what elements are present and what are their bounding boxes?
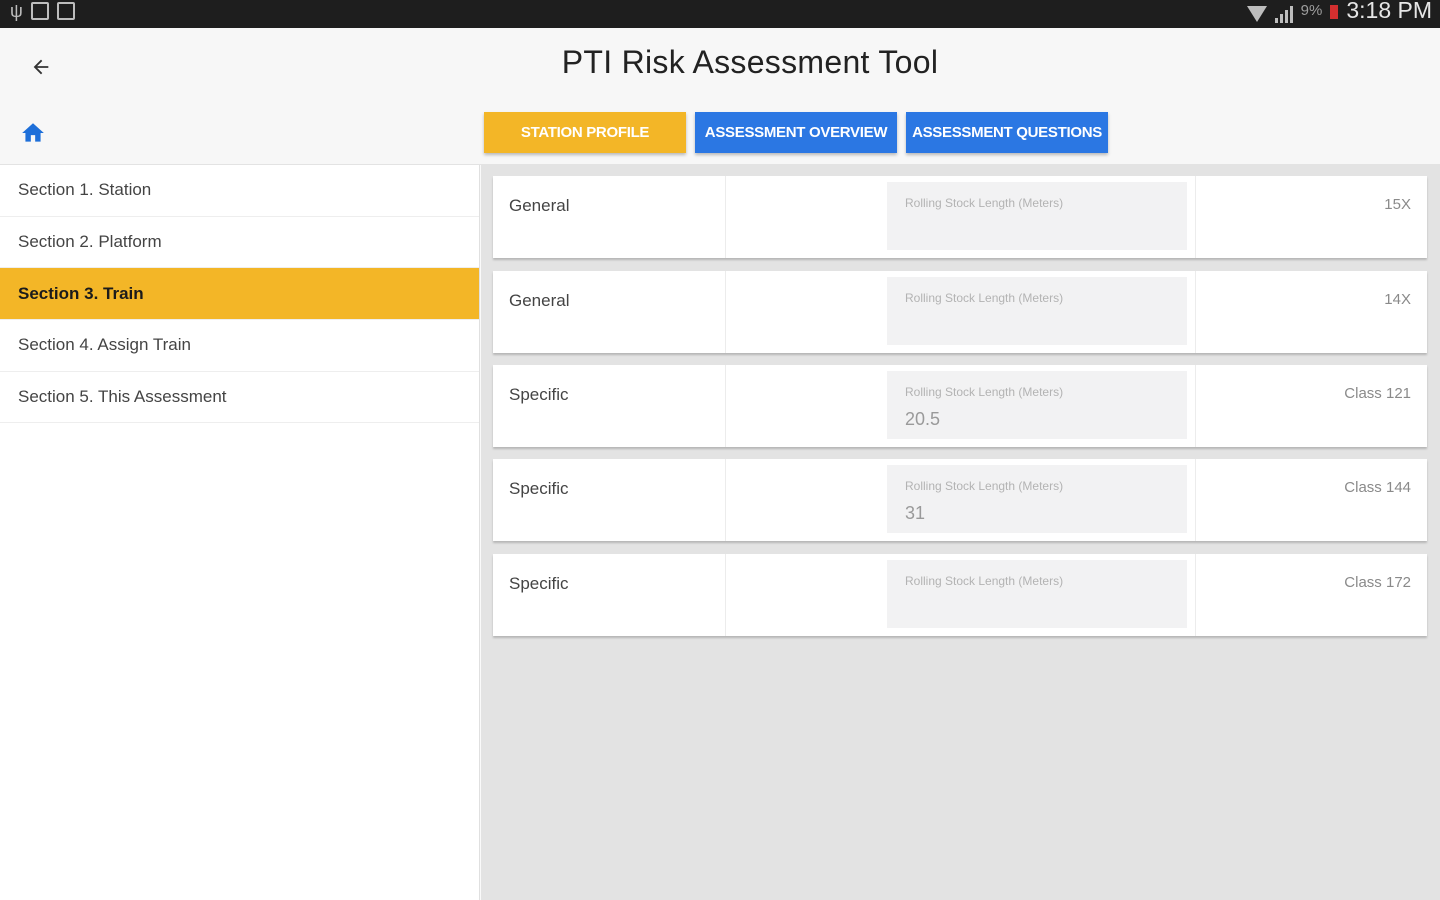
rolling-stock-length-field[interactable]: Rolling Stock Length (Meters): [887, 182, 1187, 250]
train-card: General Rolling Stock Length (Meters) 14…: [493, 271, 1427, 353]
battery-icon: [1330, 4, 1339, 19]
train-type: 14X: [1384, 291, 1411, 308]
field-label: Rolling Stock Length (Meters): [905, 291, 1064, 305]
wifi-icon: [1246, 5, 1267, 22]
card-divider: [725, 365, 726, 447]
usb-icon: ψ: [10, 1, 23, 21]
page-title: PTI Risk Assessment Tool: [561, 44, 939, 80]
card-divider: [1195, 176, 1196, 258]
sim-icon: [30, 2, 49, 20]
battery-percent: 9%: [1300, 2, 1323, 19]
card-divider: [1195, 365, 1196, 447]
train-type: Class 144: [1344, 479, 1411, 496]
sidebar-item-platform[interactable]: Section 2. Platform: [0, 217, 479, 269]
main-content: General Rolling Stock Length (Meters) 15…: [481, 165, 1440, 900]
sidebar-item-assign-train[interactable]: Section 4. Assign Train: [0, 320, 479, 372]
card-divider: [725, 459, 726, 541]
card-category: Specific: [509, 385, 569, 404]
rolling-stock-length-field[interactable]: Rolling Stock Length (Meters) 31: [887, 465, 1187, 533]
train-type: 15X: [1384, 196, 1411, 213]
field-value: 20.5: [905, 409, 941, 429]
field-label: Rolling Stock Length (Meters): [905, 479, 1064, 493]
screenshot-icon: [56, 2, 75, 20]
train-type: Class 172: [1344, 574, 1411, 591]
train-card: Specific Rolling Stock Length (Meters) C…: [493, 554, 1427, 636]
tab-assessment-overview[interactable]: ASSESSMENT OVERVIEW: [695, 112, 897, 153]
status-left-icons: ψ: [10, 2, 75, 20]
card-category: General: [509, 291, 570, 310]
sidebar-item-this-assessment[interactable]: Section 5. This Assessment: [0, 372, 479, 424]
card-divider: [1195, 459, 1196, 541]
tab-assessment-questions[interactable]: ASSESSMENT QUESTIONS: [906, 112, 1108, 153]
back-button[interactable]: [22, 48, 60, 86]
field-label: Rolling Stock Length (Meters): [905, 196, 1064, 210]
arrow-left-icon: [33, 59, 49, 75]
status-bar: ψ 9% 3:18 PM: [0, 0, 1440, 28]
card-category: Specific: [509, 574, 569, 593]
train-type: Class 121: [1344, 385, 1411, 402]
train-card: General Rolling Stock Length (Meters) 15…: [493, 176, 1427, 258]
card-divider: [725, 554, 726, 636]
sidebar: Section 1. Station Section 2. Platform S…: [0, 165, 480, 900]
card-divider: [725, 176, 726, 258]
tab-station-profile[interactable]: STATION PROFILE: [484, 112, 686, 153]
sidebar-item-station[interactable]: Section 1. Station: [0, 165, 479, 217]
signal-icon: [1274, 5, 1293, 23]
rolling-stock-length-field[interactable]: Rolling Stock Length (Meters): [887, 277, 1187, 345]
status-time: 3:18 PM: [1346, 0, 1432, 23]
train-card: Specific Rolling Stock Length (Meters) 2…: [493, 365, 1427, 447]
rolling-stock-length-field[interactable]: Rolling Stock Length (Meters): [887, 560, 1187, 628]
rolling-stock-length-field[interactable]: Rolling Stock Length (Meters) 20.5: [887, 371, 1187, 439]
status-right-icons: 9% 3:18 PM: [1246, 0, 1432, 24]
card-divider: [725, 271, 726, 353]
card-category: Specific: [509, 479, 569, 498]
home-button[interactable]: [18, 118, 48, 148]
home-icon: [22, 123, 44, 142]
card-divider: [1195, 554, 1196, 636]
sidebar-item-train[interactable]: Section 3. Train: [0, 268, 479, 321]
app-bar: PTI Risk Assessment Tool STATION PROFILE…: [0, 28, 1440, 165]
field-value: 31: [905, 503, 926, 523]
train-card: Specific Rolling Stock Length (Meters) 3…: [493, 459, 1427, 541]
card-category: General: [509, 196, 570, 215]
card-divider: [1195, 271, 1196, 353]
field-label: Rolling Stock Length (Meters): [905, 385, 1064, 399]
field-label: Rolling Stock Length (Meters): [905, 574, 1064, 588]
